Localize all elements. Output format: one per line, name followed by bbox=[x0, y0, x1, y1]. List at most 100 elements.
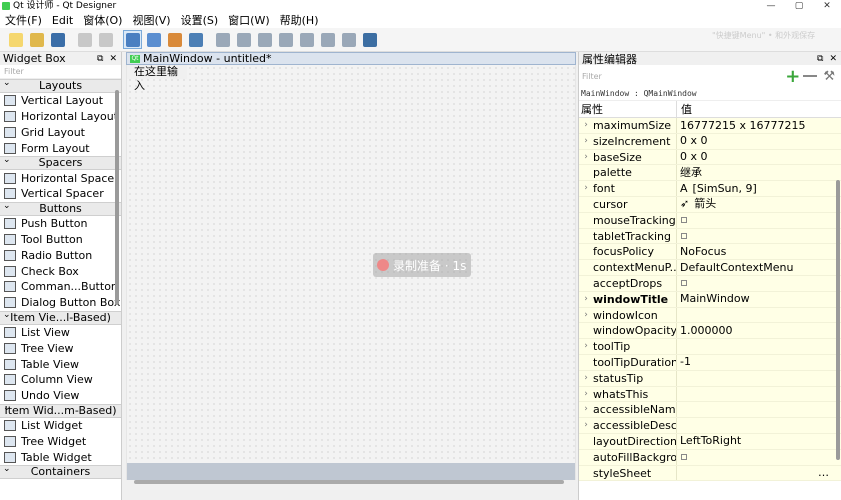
property-value-cell[interactable]: A [SimSun, 9] bbox=[677, 181, 757, 196]
menu-view[interactable]: 视图(V) bbox=[127, 12, 175, 28]
layout-horizontal-button[interactable] bbox=[213, 30, 232, 49]
adjust-size-button[interactable] bbox=[360, 30, 379, 49]
widget-item[interactable]: Tool Button bbox=[0, 232, 121, 248]
property-row[interactable]: autoFillBackgro... bbox=[579, 449, 841, 466]
property-row[interactable]: mouseTracking bbox=[579, 212, 841, 229]
property-editor-scrollbar[interactable] bbox=[836, 180, 840, 460]
edit-stylesheet-button[interactable]: … bbox=[818, 466, 841, 481]
property-row[interactable]: ›accessibleDesc... bbox=[579, 418, 841, 434]
close-dock-icon[interactable]: ✕ bbox=[109, 54, 117, 64]
widget-item[interactable]: Table Widget bbox=[0, 449, 121, 465]
widget-item[interactable]: Horizontal Layout bbox=[0, 109, 121, 125]
save-form-button[interactable] bbox=[48, 30, 67, 49]
form-menu-placeholder[interactable]: 在这里输入 bbox=[127, 65, 187, 92]
expand-arrow-icon[interactable]: › bbox=[579, 418, 593, 433]
property-value-cell[interactable] bbox=[677, 308, 680, 323]
property-value-cell[interactable] bbox=[677, 371, 680, 386]
close-button[interactable]: ✕ bbox=[813, 0, 841, 12]
paste-button[interactable] bbox=[96, 30, 115, 49]
property-value-cell[interactable]: 1.000000 bbox=[677, 323, 733, 338]
property-checkbox[interactable] bbox=[681, 454, 687, 461]
widget-category[interactable]: Buttons bbox=[0, 200, 121, 216]
edit-tab-order-button[interactable] bbox=[186, 30, 205, 49]
property-row[interactable]: › font A [SimSun, 9] bbox=[579, 181, 841, 197]
widget-item[interactable]: Tree Widget bbox=[0, 433, 121, 449]
widget-item[interactable]: Tree View bbox=[0, 340, 121, 356]
widget-box-scrollbar[interactable] bbox=[115, 90, 119, 305]
form-window-titlebar[interactable]: Qt MainWindow - untitled* bbox=[126, 52, 576, 65]
property-checkbox[interactable] bbox=[681, 217, 687, 224]
property-value-cell[interactable]: MainWindow bbox=[677, 292, 750, 307]
close-dock-icon[interactable]: ✕ bbox=[829, 54, 837, 64]
edit-signals-button[interactable] bbox=[144, 30, 163, 49]
expand-arrow-icon[interactable]: › bbox=[579, 308, 593, 323]
property-checkbox[interactable] bbox=[681, 280, 687, 287]
configure-icon[interactable]: ⚒ bbox=[823, 69, 835, 84]
property-value-cell[interactable]: NoFocus bbox=[677, 244, 726, 259]
widget-item[interactable]: Vertical Layout bbox=[0, 93, 121, 109]
property-value-cell[interactable] bbox=[677, 339, 680, 354]
add-dynamic-property-icon[interactable]: + bbox=[785, 66, 800, 87]
property-value-cell[interactable] bbox=[677, 276, 687, 291]
expand-arrow-icon[interactable]: › bbox=[579, 371, 593, 386]
property-row[interactable]: acceptDrops bbox=[579, 275, 841, 292]
widget-category[interactable]: Layouts bbox=[0, 79, 121, 93]
property-row[interactable]: toolTipDuration -1 bbox=[579, 354, 841, 371]
widget-filter-input[interactable]: Filter bbox=[0, 65, 121, 79]
widget-item[interactable]: Vertical Spacer bbox=[0, 186, 121, 202]
property-value-cell[interactable]: … bbox=[677, 466, 841, 481]
widget-item[interactable]: Column View bbox=[0, 372, 121, 388]
layout-grid-button[interactable] bbox=[297, 30, 316, 49]
float-dock-icon[interactable]: ⧉ bbox=[817, 54, 823, 64]
break-layout-button[interactable] bbox=[339, 30, 358, 49]
property-row[interactable]: focusPolicy NoFocus bbox=[579, 244, 841, 261]
property-value-cell[interactable]: 16777215 x 16777215 bbox=[677, 118, 805, 133]
property-value-cell[interactable]: ➶ 箭头 bbox=[677, 197, 716, 212]
property-value-cell[interactable] bbox=[677, 387, 680, 402]
property-value-cell[interactable] bbox=[677, 402, 680, 417]
menu-window[interactable]: 窗口(W) bbox=[223, 12, 274, 28]
widget-item[interactable]: Grid Layout bbox=[0, 125, 121, 141]
copy-button[interactable] bbox=[75, 30, 94, 49]
property-row[interactable]: › windowIcon bbox=[579, 307, 841, 324]
layout-vertical-button[interactable] bbox=[234, 30, 253, 49]
edit-widgets-button[interactable] bbox=[123, 30, 142, 49]
form-canvas[interactable]: 在这里输入 录制准备 · 1s bbox=[127, 65, 575, 463]
property-value-cell[interactable] bbox=[677, 229, 687, 244]
menu-settings[interactable]: 设置(S) bbox=[176, 12, 224, 28]
property-value-cell[interactable] bbox=[677, 418, 680, 433]
widget-item[interactable]: Radio Button bbox=[0, 247, 121, 263]
widget-item[interactable]: List Widget bbox=[0, 418, 121, 434]
expand-arrow-icon[interactable]: › bbox=[579, 339, 593, 354]
property-value-cell[interactable]: LeftToRight bbox=[677, 434, 741, 449]
property-row[interactable]: › sizeIncrement 0 x 0 bbox=[579, 133, 841, 150]
widget-item[interactable]: Push Button bbox=[0, 216, 121, 232]
property-row[interactable]: styleSheet… bbox=[579, 465, 841, 482]
new-form-button[interactable] bbox=[6, 30, 25, 49]
layout-h-splitter-button[interactable] bbox=[255, 30, 274, 49]
widget-category[interactable]: Containers bbox=[0, 463, 121, 479]
remove-property-icon[interactable] bbox=[803, 75, 818, 77]
layout-form-button[interactable] bbox=[318, 30, 337, 49]
widget-item[interactable]: Table View bbox=[0, 356, 121, 372]
expand-arrow-icon[interactable]: › bbox=[579, 402, 593, 417]
widget-category[interactable]: Spacers bbox=[0, 154, 121, 171]
mdi-horizontal-scrollbar[interactable] bbox=[134, 480, 564, 484]
minimize-button[interactable]: — bbox=[757, 0, 785, 12]
property-value-cell[interactable] bbox=[677, 213, 687, 228]
property-value-cell[interactable]: 继承 bbox=[677, 165, 702, 180]
menu-file[interactable]: 文件(F) bbox=[0, 12, 47, 28]
property-row[interactable]: layoutDirection LeftToRight bbox=[579, 433, 841, 450]
property-row[interactable]: › statusTip bbox=[579, 370, 841, 387]
widget-item[interactable]: Undo View bbox=[0, 388, 121, 404]
property-row[interactable]: › toolTip bbox=[579, 339, 841, 355]
float-dock-icon[interactable]: ⧉ bbox=[97, 54, 103, 64]
property-row[interactable]: windowOpacity 1.000000 bbox=[579, 323, 841, 340]
widget-item[interactable]: Horizontal Spacer bbox=[0, 170, 121, 186]
property-row[interactable]: › whatsThis bbox=[579, 386, 841, 403]
property-value-cell[interactable]: 0 x 0 bbox=[677, 134, 708, 149]
property-row[interactable]: › windowTitle MainWindow bbox=[579, 291, 841, 308]
maximize-button[interactable]: ▢ bbox=[785, 0, 813, 12]
expand-arrow-icon[interactable]: › bbox=[579, 134, 593, 149]
open-form-button[interactable] bbox=[27, 30, 46, 49]
